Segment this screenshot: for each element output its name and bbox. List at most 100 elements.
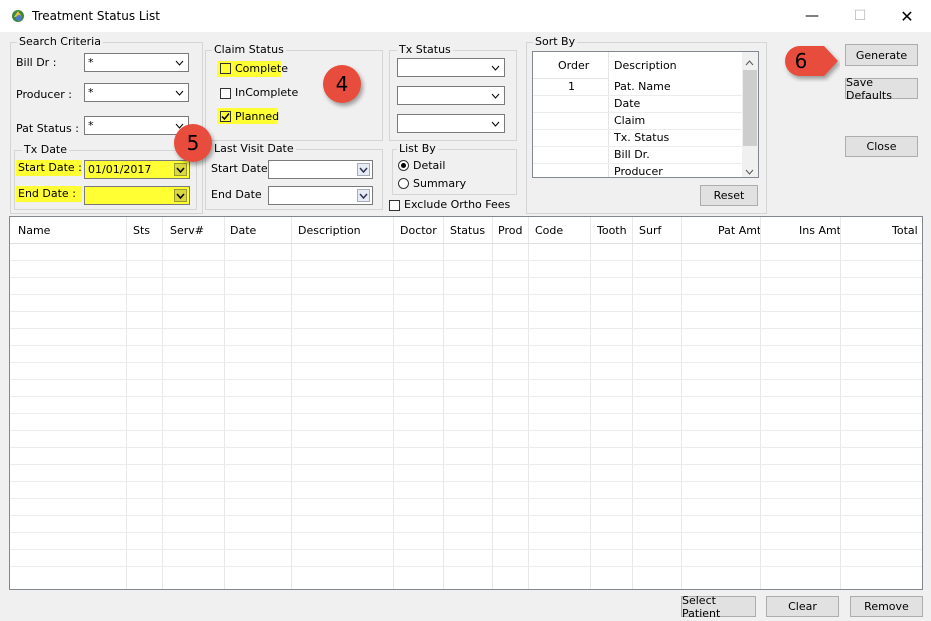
remove-button[interactable]: Remove	[850, 596, 923, 617]
grid-col-line	[760, 217, 761, 589]
results-grid[interactable]: Name Sts Serv# Date Description Doctor S…	[9, 216, 923, 590]
grid-row-line	[10, 413, 922, 414]
annotation-badge-5: 5	[174, 124, 212, 162]
col-header-date[interactable]: Date	[230, 217, 256, 243]
clear-button[interactable]: Clear	[766, 596, 839, 617]
search-criteria-label: Search Criteria	[17, 35, 103, 48]
list-by-label: List By	[397, 142, 438, 155]
chevron-down-icon	[174, 163, 187, 176]
grid-row-line	[10, 260, 922, 261]
col-header-prod[interactable]: Prod	[498, 217, 522, 243]
pat-status-value: *	[88, 119, 94, 132]
bill-dr-select[interactable]: *	[84, 53, 189, 72]
tx-status-select-2[interactable]	[397, 86, 505, 105]
exclude-ortho-checkbox[interactable]	[389, 200, 400, 211]
producer-select[interactable]: *	[84, 83, 189, 102]
pat-status-label: Pat Status :	[16, 122, 79, 135]
lv-start-label: Start Date	[211, 162, 268, 175]
lv-end-date-picker[interactable]	[268, 186, 373, 205]
summary-radio[interactable]	[398, 178, 409, 189]
grid-header-line	[10, 243, 922, 244]
chevron-down-icon	[357, 189, 370, 202]
grid-col-line	[126, 217, 127, 589]
detail-radio[interactable]	[398, 160, 409, 171]
sort-row-description[interactable]: Producer	[614, 165, 663, 177]
grid-row-line	[10, 396, 922, 397]
sort-row-description[interactable]: Tx. Status	[614, 131, 669, 144]
col-header-code[interactable]: Code	[535, 217, 563, 243]
bill-dr-value: *	[88, 56, 94, 69]
chevron-down-icon	[489, 117, 502, 130]
tx-status-label: Tx Status	[397, 43, 453, 56]
sort-description-header: Description	[614, 59, 677, 72]
grid-row-line	[10, 481, 922, 482]
col-header-doctor[interactable]: Doctor	[400, 217, 437, 243]
col-header-description[interactable]: Description	[298, 217, 361, 243]
producer-label: Producer :	[16, 88, 72, 101]
sort-row-description[interactable]: Bill Dr.	[614, 148, 650, 161]
sort-row-line	[533, 129, 742, 130]
grid-col-line	[840, 217, 841, 589]
incomplete-checkbox[interactable]	[220, 88, 231, 99]
col-header-ins-amt[interactable]: Ins Amt	[799, 217, 841, 243]
grid-row-line	[10, 447, 922, 448]
planned-checkbox[interactable]	[220, 111, 231, 122]
grid-col-line	[632, 217, 633, 589]
grid-row-line	[10, 430, 922, 431]
start-date-label: Start Date :	[16, 160, 82, 176]
col-header-pat-amt[interactable]: Pat Amt	[718, 217, 761, 243]
tx-status-select-1[interactable]	[397, 58, 505, 77]
col-header-surf[interactable]: Surf	[639, 217, 661, 243]
col-header-serv[interactable]: Serv#	[170, 217, 204, 243]
tx-status-select-3[interactable]	[397, 114, 505, 133]
grid-col-line	[590, 217, 591, 589]
close-window-icon[interactable]: ✕	[884, 0, 930, 32]
sort-row-line	[533, 95, 742, 96]
grid-row-line	[10, 549, 922, 550]
sort-row-line	[533, 146, 742, 147]
col-header-tooth[interactable]: Tooth	[597, 217, 627, 243]
col-header-sts[interactable]: Sts	[133, 217, 150, 243]
grid-row-line	[10, 311, 922, 312]
complete-checkbox[interactable]	[220, 63, 231, 74]
col-header-status[interactable]: Status	[450, 217, 485, 243]
scroll-down-icon[interactable]	[745, 165, 754, 177]
pat-status-select[interactable]: *	[84, 116, 189, 135]
grid-row-line	[10, 328, 922, 329]
incomplete-label: InComplete	[235, 86, 299, 99]
col-header-total[interactable]: Total	[892, 217, 918, 243]
minimize-icon[interactable]: —	[789, 0, 835, 32]
checkmark-icon	[221, 113, 230, 121]
sort-by-list[interactable]: Order Description 1 Pat. Name Date Claim…	[532, 51, 759, 178]
exclude-ortho-label: Exclude Ortho Fees	[404, 198, 511, 211]
lv-start-date-picker[interactable]	[268, 160, 373, 179]
grid-row-line	[10, 362, 922, 363]
app-icon	[10, 8, 26, 24]
grid-col-line	[443, 217, 444, 589]
reset-button[interactable]: Reset	[700, 185, 758, 206]
sort-row-line	[533, 163, 742, 164]
sort-scroll-thumb[interactable]	[743, 70, 757, 146]
close-button[interactable]: Close	[845, 136, 918, 157]
chevron-down-icon	[174, 189, 187, 202]
complete-label: Complete	[235, 62, 289, 75]
sort-by-label: Sort By	[533, 35, 578, 48]
grid-row-line	[10, 566, 922, 567]
maximize-icon[interactable]: ☐	[837, 0, 883, 32]
save-defaults-button[interactable]: Save Defaults	[845, 76, 918, 102]
tx-start-date-picker[interactable]: 01/01/2017	[84, 160, 190, 179]
grid-row-line	[10, 515, 922, 516]
select-patient-button[interactable]: Select Patient	[681, 594, 756, 620]
col-header-name[interactable]: Name	[18, 217, 50, 243]
annotation-badge-4: 4	[323, 65, 361, 103]
sort-row-description[interactable]: Date	[614, 97, 640, 110]
generate-button[interactable]: Generate	[845, 44, 918, 66]
grid-col-line	[162, 217, 163, 589]
grid-row-line	[10, 532, 922, 533]
sort-row-description[interactable]: Claim	[614, 114, 645, 127]
tx-end-date-picker[interactable]	[84, 186, 190, 205]
producer-value: *	[88, 86, 94, 99]
sort-row-description[interactable]: Pat. Name	[614, 80, 671, 93]
grid-row-line	[10, 379, 922, 380]
scroll-up-icon[interactable]	[745, 56, 754, 69]
